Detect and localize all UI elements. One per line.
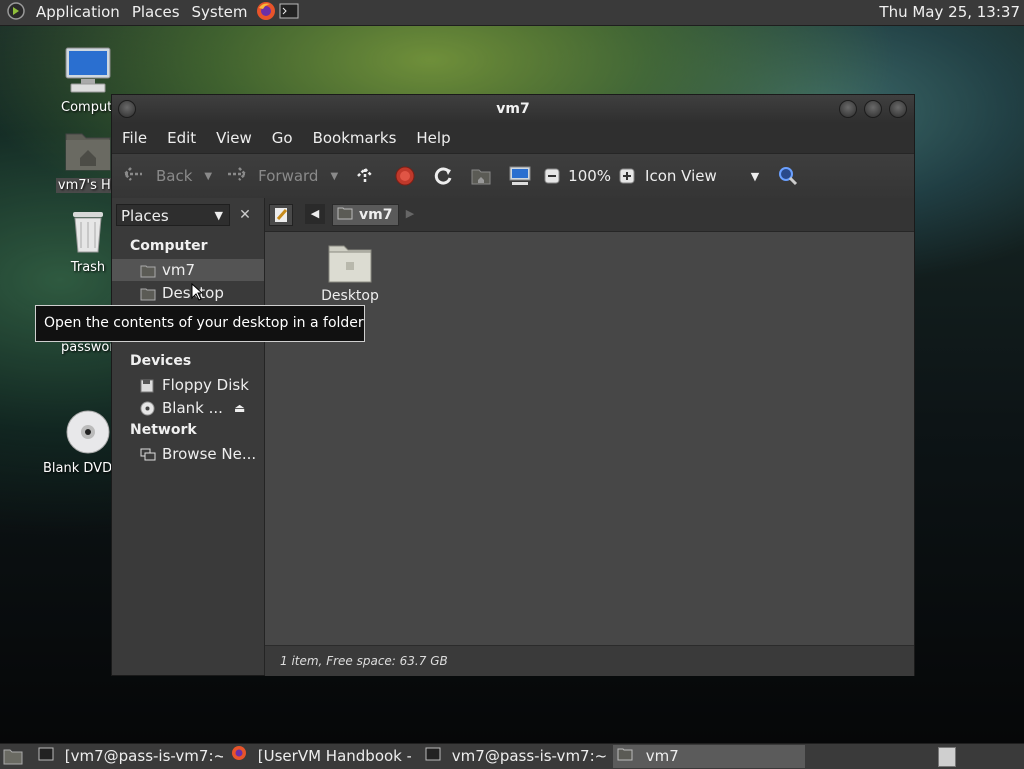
stop-icon[interactable]	[394, 165, 416, 187]
status-bar: 1 item, Free space: 63.7 GB	[265, 645, 914, 676]
places-sidebar: Places ▼ ✕ Computer vm7 Desktop Devices …	[112, 198, 265, 675]
search-icon[interactable]	[777, 165, 799, 187]
terminal-icon	[38, 747, 54, 765]
menu-file[interactable]: File	[112, 129, 157, 147]
network-icon	[140, 446, 156, 468]
eject-icon[interactable]: ⏏	[234, 397, 245, 419]
path-left-arrow-icon[interactable]: ◀	[305, 204, 325, 224]
sidebar-type-value: Places	[121, 207, 169, 225]
home-folder-icon	[617, 747, 633, 765]
menu-edit[interactable]: Edit	[157, 129, 206, 147]
terminal-icon	[425, 747, 441, 765]
task-terminal-1[interactable]: [vm7@pass-is-vm7:~]	[38, 745, 223, 768]
close-sidebar-icon[interactable]: ✕	[234, 204, 256, 226]
applications-menu[interactable]: Application	[30, 0, 126, 25]
task-label: vm7@pass-is-vm7:~	[451, 747, 608, 765]
clock[interactable]: Thu May 25, 13:37	[879, 0, 1020, 25]
home-folder-icon	[337, 206, 353, 224]
back-button[interactable]: Back	[122, 165, 192, 187]
path-button-vm7[interactable]: vm7	[332, 204, 400, 226]
zoom-out-icon[interactable]	[544, 168, 560, 184]
sidebar-item-label: Blank ...	[162, 399, 223, 417]
task-label: [vm7@pass-is-vm7:~]	[64, 747, 223, 765]
back-arrow-icon	[122, 165, 144, 187]
places-menu[interactable]: Places	[126, 0, 186, 25]
chevron-down-icon: ▼	[750, 169, 760, 183]
forward-arrow-icon	[226, 165, 248, 187]
maximize-button[interactable]	[864, 100, 882, 118]
view-mode-select[interactable]: Icon View ▼	[645, 167, 759, 185]
menu-go[interactable]: Go	[262, 129, 303, 147]
file-item-desktop[interactable]: Desktop	[315, 242, 385, 304]
menubar: File Edit View Go Bookmarks Help	[112, 123, 914, 153]
show-desktop-icon[interactable]	[3, 747, 23, 769]
file-item-label: Desktop	[321, 288, 379, 304]
computer-location-icon[interactable]	[508, 165, 532, 187]
sidebar-item-label: Floppy Disk	[162, 376, 249, 394]
terminal-launcher-icon[interactable]	[279, 2, 299, 24]
minimize-button[interactable]	[839, 100, 857, 118]
sidebar-item-blank-dvd[interactable]: Blank ... ⏏	[112, 397, 264, 419]
task-firefox[interactable]: [UserVM Handbook - ...	[231, 745, 411, 768]
close-button[interactable]	[889, 100, 907, 118]
back-history-dropdown-icon[interactable]: ▼	[204, 171, 212, 182]
firefox-launcher-icon[interactable]	[255, 0, 277, 26]
status-text: 1 item, Free space: 63.7 GB	[280, 654, 448, 668]
workspace-switcher[interactable]	[938, 747, 956, 767]
home-folder-icon	[140, 262, 156, 284]
dvd-icon	[140, 400, 155, 422]
forward-label: Forward	[258, 167, 319, 185]
path-right-arrow-icon[interactable]: ▶	[403, 204, 417, 224]
sidebar-item-label: vm7	[162, 261, 196, 279]
section-devices: Devices	[130, 353, 192, 369]
up-arrow-icon[interactable]	[354, 165, 376, 187]
desktop-folder-icon	[140, 285, 156, 307]
home-icon[interactable]	[470, 166, 492, 186]
reload-icon[interactable]	[432, 165, 454, 187]
task-label: [UserVM Handbook - ...	[257, 747, 411, 765]
section-computer: Computer	[130, 238, 208, 254]
task-label: vm7	[645, 747, 679, 765]
toolbar: Back ▼ Forward ▼ 100% Icon View ▼	[112, 153, 914, 199]
view-mode-value: Icon View	[645, 167, 717, 185]
file-manager-window: vm7 File Edit View Go Bookmarks Help Bac…	[111, 94, 915, 676]
forward-button[interactable]: Forward	[226, 165, 318, 187]
sidebar-type-select[interactable]: Places ▼	[116, 204, 230, 226]
menu-view[interactable]: View	[206, 129, 262, 147]
sidebar-item-desktop[interactable]: Desktop	[112, 282, 264, 304]
taskbar: [vm7@pass-is-vm7:~] [UserVM Handbook - .…	[0, 743, 1024, 769]
distro-logo-icon[interactable]	[0, 1, 30, 25]
floppy-icon	[140, 377, 154, 399]
window-title: vm7	[496, 101, 530, 117]
task-file-manager[interactable]: vm7	[613, 745, 805, 768]
mouse-cursor	[191, 282, 204, 305]
zoom-level[interactable]: 100%	[568, 167, 611, 185]
task-terminal-2[interactable]: vm7@pass-is-vm7:~	[425, 745, 610, 768]
folder-icon	[315, 242, 385, 288]
back-label: Back	[156, 167, 193, 185]
zoom-in-icon[interactable]	[619, 168, 635, 184]
forward-history-dropdown-icon[interactable]: ▼	[330, 171, 338, 182]
sidebar-item-floppy[interactable]: Floppy Disk	[112, 374, 264, 396]
location-bar: ◀ vm7 ▶	[265, 198, 914, 232]
menu-help[interactable]: Help	[406, 129, 460, 147]
file-view: Desktop	[265, 232, 914, 645]
top-panel: Application Places System Thu May 25, 13…	[0, 0, 1024, 26]
menu-bookmarks[interactable]: Bookmarks	[303, 129, 407, 147]
sidebar-item-vm7[interactable]: vm7	[112, 259, 264, 281]
path-button-label: vm7	[359, 207, 393, 223]
firefox-icon	[231, 746, 247, 765]
tooltip: Open the contents of your desktop in a f…	[35, 305, 365, 342]
sidebar-item-label: Browse Ne...	[162, 445, 257, 463]
section-network: Network	[130, 422, 197, 438]
sidebar-item-browse-network[interactable]: Browse Ne...	[112, 443, 264, 465]
window-menu-button[interactable]	[118, 100, 136, 118]
computer-icon	[43, 46, 133, 98]
system-menu[interactable]: System	[186, 0, 254, 25]
edit-location-icon[interactable]	[269, 204, 293, 226]
window-titlebar[interactable]: vm7	[112, 95, 914, 123]
chevron-down-icon: ▼	[214, 209, 223, 222]
